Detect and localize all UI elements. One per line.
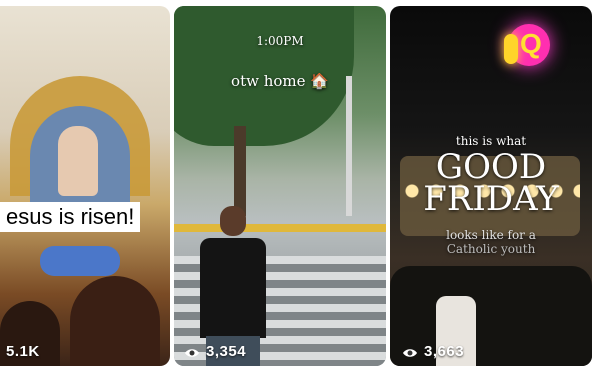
road-stripe — [174, 224, 386, 232]
video-thumbnail-1[interactable]: esus is risen! 5.1K — [0, 6, 170, 366]
eye-icon — [184, 346, 200, 358]
statue-figure — [58, 126, 98, 196]
person-body — [200, 238, 266, 338]
logo-badge-small — [504, 34, 518, 64]
lamp-post — [346, 76, 352, 216]
video-title: GOOD FRIDAY — [423, 147, 559, 219]
video-thumbnail-2[interactable]: 1:00PM otw home 🏠 3,354 — [174, 6, 386, 366]
video-thumbnail-3[interactable]: Q this is what GOOD FRIDAY looks like fo… — [390, 6, 592, 366]
tree-trunk — [234, 126, 246, 216]
logo-text: Q — [520, 28, 542, 59]
video-caption-line4: Catholic youth — [446, 242, 536, 256]
view-count: 3,354 — [184, 343, 246, 360]
flowers — [40, 246, 120, 276]
eye-icon — [402, 346, 418, 358]
view-count-value: 3,663 — [424, 343, 465, 360]
video-caption-line1: this is what — [455, 134, 527, 148]
video-caption-line3: looks like for a — [446, 228, 536, 242]
video-time: 1:00PM — [256, 34, 304, 48]
viewer-head — [70, 276, 160, 366]
person-head — [220, 206, 246, 236]
video-caption: otw home 🏠 — [231, 72, 329, 90]
view-count: 5.1K — [6, 343, 40, 360]
view-count: 3,663 — [402, 343, 464, 360]
video-caption: esus is risen! — [0, 202, 141, 232]
view-count-value: 5.1K — [6, 343, 40, 360]
view-count-value: 3,354 — [206, 343, 247, 360]
